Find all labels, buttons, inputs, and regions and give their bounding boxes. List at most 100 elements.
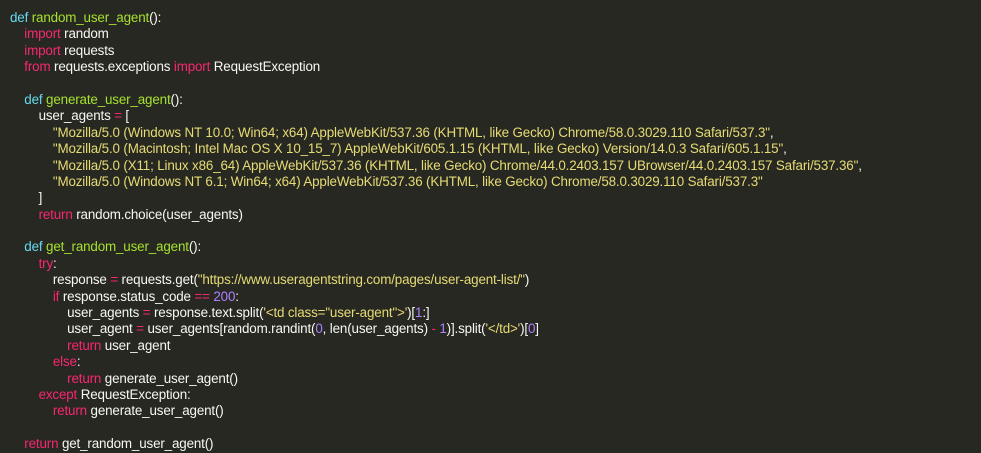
code-token: user_agents	[10, 305, 143, 321]
code-line: else:	[10, 354, 981, 370]
code-token: response.status_code	[59, 288, 195, 304]
code-token: ,	[858, 157, 862, 173]
code-line: return get_random_user_agent()	[10, 436, 981, 452]
code-token: def	[24, 91, 47, 107]
code-token: :	[76, 354, 81, 370]
code-token: ,	[783, 141, 787, 157]
code-token: 0	[315, 321, 323, 337]
code-line: user_agents = response.text.split('<td c…	[10, 305, 981, 321]
code-line: user_agent = user_agents[random.randint(…	[10, 321, 981, 337]
code-token: "Mozilla/5.0 (X11; Linux x86_64) AppleWe…	[52, 157, 859, 173]
code-token: except	[38, 386, 78, 402]
code-token: =	[110, 272, 118, 288]
code-token: "Mozilla/5.0 (Windows NT 6.1; Win64; x64…	[52, 173, 763, 189]
code-token: return	[38, 206, 73, 222]
code-token: '<td class="user-agent">'	[263, 305, 408, 321]
code-token: )	[524, 272, 530, 288]
code-token: user_agents	[10, 108, 115, 124]
code-token: ==	[194, 288, 210, 304]
code-line: def random_user_agent():	[10, 10, 981, 26]
code-token: random_user_agent	[31, 10, 150, 25]
code-token: '</td>'	[485, 321, 521, 337]
code-line: user_agents = [	[10, 108, 981, 124]
code-token: generate_user_agent()	[101, 370, 238, 386]
code-token: , len(user_agents)	[322, 321, 432, 337]
code-token: requests.exceptions	[50, 59, 174, 75]
code-line: "Mozilla/5.0 (Windows NT 6.1; Win64; x64…	[10, 174, 981, 190]
code-token: def	[10, 10, 32, 25]
code-line: return generate_user_agent()	[10, 371, 981, 387]
code-token: ():	[170, 91, 183, 107]
code-token: RequestException	[210, 59, 321, 75]
code-token: import	[24, 26, 61, 42]
code-token: )[	[407, 305, 416, 321]
code-token: ():	[149, 10, 162, 25]
code-line: try:	[10, 256, 981, 272]
code-token: requests.get(	[117, 272, 198, 288]
code-token: requests	[60, 42, 115, 58]
code-token: response	[10, 272, 111, 288]
code-token: return	[52, 403, 87, 419]
code-token: 200	[213, 288, 236, 304]
code-token: random	[60, 26, 109, 42]
code-line: import random	[10, 26, 981, 42]
code-token: ,	[769, 124, 774, 140]
code-token: "Mozilla/5.0 (Windows NT 10.0; Win64; x6…	[52, 124, 770, 140]
code-token: generate_user_agent()	[86, 403, 224, 419]
code-line: return random.choice(user_agents)	[10, 207, 981, 223]
code-editor[interactable]: def random_user_agent(): import random i…	[0, 0, 981, 452]
code-line: "Mozilla/5.0 (Macintosh; Intel Mac OS X …	[10, 141, 981, 157]
code-line: def get_random_user_agent():	[10, 239, 981, 255]
code-token: [	[121, 108, 130, 124]
code-token: =	[114, 108, 122, 124]
code-token: else	[52, 354, 77, 370]
code-token: =	[136, 321, 144, 337]
code-line: if response.status_code == 200:	[10, 289, 981, 305]
code-token: RequestException:	[77, 386, 191, 402]
code-token: response.text.split(	[150, 305, 264, 321]
code-token: return	[67, 337, 102, 353]
code-token: get_random_user_agent	[46, 239, 189, 255]
code-token: generate_user_agent	[46, 91, 171, 107]
code-line: import requests	[10, 43, 981, 59]
code-line: from requests.exceptions import RequestE…	[10, 59, 981, 75]
code-line: "Mozilla/5.0 (Windows NT 10.0; Win64; x6…	[10, 125, 981, 141]
code-token: 1	[439, 321, 447, 337]
code-token: def	[24, 239, 47, 255]
code-line: return user_agent	[10, 338, 981, 354]
code-line: return generate_user_agent()	[10, 403, 981, 419]
code-token: :]	[422, 305, 430, 321]
code-token: :	[53, 255, 57, 271]
code-line: except RequestException:	[10, 387, 981, 403]
code-token: "Mozilla/5.0 (Macintosh; Intel Mac OS X …	[52, 141, 784, 157]
code-token: random.choice(user_agents)	[72, 206, 243, 222]
code-token: import	[173, 59, 211, 75]
code-token: user_agent	[101, 337, 171, 353]
code-line: def generate_user_agent():	[10, 92, 981, 108]
code-token: import	[24, 42, 61, 58]
code-token: ():	[188, 239, 202, 255]
code-token: )[	[520, 321, 528, 337]
code-line: "Mozilla/5.0 (X11; Linux x86_64) AppleWe…	[10, 158, 981, 174]
code-token: :	[235, 288, 239, 304]
